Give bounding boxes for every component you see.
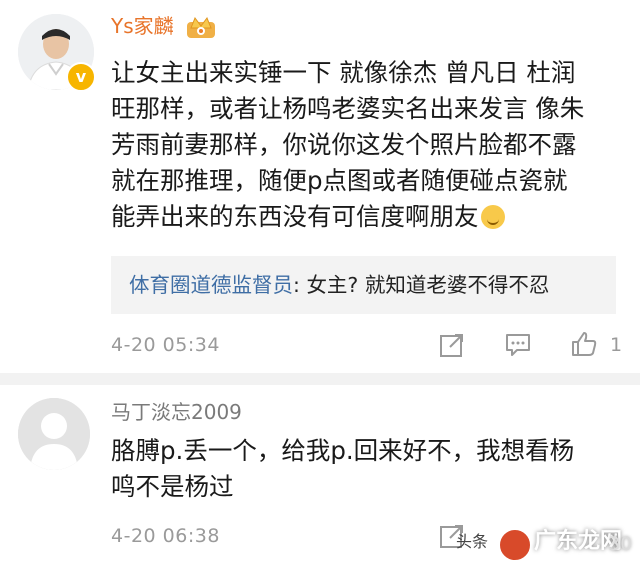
reply-content: 女主? 就知道老婆不得不忍 [306, 273, 550, 297]
comment-body: 胳膊p.丢一个，给我p.回来好不，我想看杨 鸣不是杨过 [111, 433, 616, 505]
watermark: 头条 广东龙网 30 [456, 520, 636, 564]
comment-body-line: 让女主出来实锤一下 就像徐杰 曾凡日 杜润 [111, 58, 576, 87]
comment-body-line: 能弄出来的东西没有可信度啊朋友 [111, 199, 616, 235]
shush-emoji-icon [480, 205, 505, 229]
reply-preview[interactable]: 体育圈道德监督员: 女主? 就知道老婆不得不忍 [111, 256, 616, 314]
reply-separator: : [293, 273, 307, 297]
comment-body-line: 就在那推理，随便p点图或者随便碰点瓷就 [111, 166, 568, 195]
reply-text-row: 体育圈道德监督员: 女主? 就知道老婆不得不忍 [129, 272, 549, 298]
divider [0, 373, 640, 385]
comment-body-line: 鸣不是杨过 [111, 472, 234, 501]
verified-badge-icon: v [66, 62, 96, 92]
comment-body-text: 能弄出来的东西没有可信度啊朋友 [111, 202, 479, 231]
comment-body-line: 旺那样，或者让杨鸣老婆实名出来发言 像朱 [111, 94, 585, 123]
default-avatar-icon [18, 398, 90, 470]
comment-body-line: 胳膊p.丢一个，给我p.回来好不，我想看杨 [111, 436, 575, 465]
comment-body: 让女主出来实锤一下 就像徐杰 曾凡日 杜润 旺那样，或者让杨鸣老婆实名出来发言 … [111, 55, 616, 235]
watermark-prefix: 头条 [456, 532, 489, 551]
crown-icon [187, 16, 215, 38]
watermark-logo-icon [498, 528, 532, 562]
comment-body-line: 芳雨前妻那样，你说你这发个照片脸都不露 [111, 130, 577, 159]
like-count: 1 [610, 334, 623, 356]
comment-timestamp: 4-20 05:34 [111, 334, 220, 356]
reply-author[interactable]: 体育圈道德监督员 [129, 273, 293, 297]
like-icon[interactable] [570, 330, 598, 358]
watermark-suffix: 30 [608, 533, 633, 555]
comment-timestamp: 4-20 06:38 [111, 525, 220, 547]
share-icon[interactable] [438, 331, 466, 359]
comment-author[interactable]: 马丁淡忘2009 [111, 400, 242, 424]
avatar[interactable] [18, 398, 90, 470]
comment-author[interactable]: Ys家麟 [111, 14, 174, 38]
comment-reply-icon[interactable] [504, 331, 532, 359]
